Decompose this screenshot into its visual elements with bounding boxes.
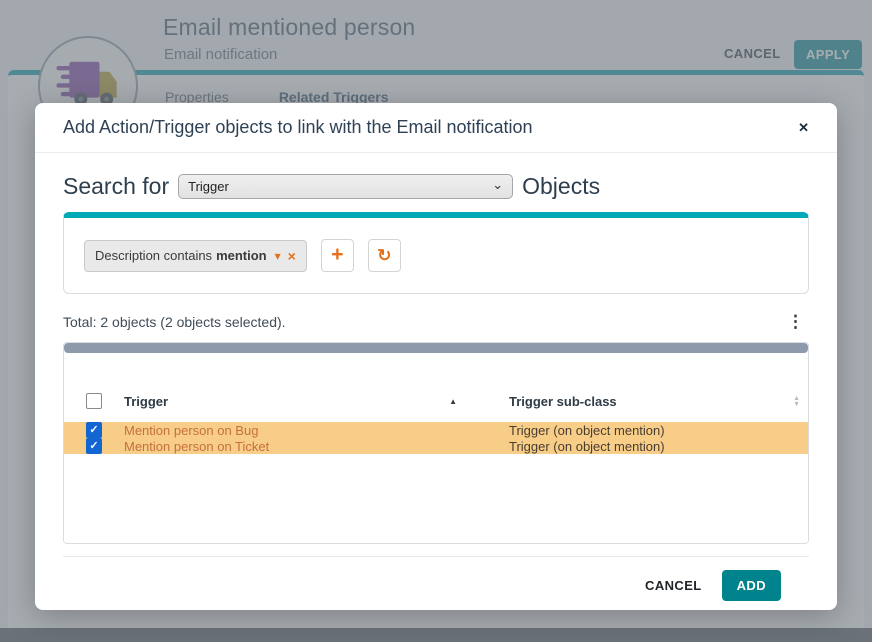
trigger-link[interactable]: Mention person on Ticket bbox=[124, 439, 269, 454]
total-objects-text: Total: 2 objects (2 objects selected). bbox=[63, 314, 286, 330]
modal-title: Add Action/Trigger objects to link with … bbox=[63, 117, 533, 138]
chip-remove-icon[interactable]: × bbox=[288, 248, 296, 264]
objects-label: Objects bbox=[522, 173, 600, 200]
add-objects-modal: Add Action/Trigger objects to link with … bbox=[35, 103, 837, 610]
filter-chip[interactable]: Description contains mention ▾ × bbox=[84, 240, 307, 272]
trigger-subclass-value: Trigger (on object mention) bbox=[509, 423, 665, 438]
modal-footer: CANCEL ADD bbox=[63, 556, 809, 614]
refresh-button[interactable]: ↻ bbox=[368, 239, 401, 272]
column-header-trigger[interactable]: Trigger bbox=[124, 394, 168, 409]
row-checkbox[interactable]: ✓ bbox=[86, 438, 102, 454]
table-header-row: Trigger ▲ Trigger sub-class ▲ ▼ bbox=[64, 353, 808, 422]
select-all-checkbox[interactable] bbox=[86, 393, 102, 409]
table-row[interactable]: ✓ Mention person on Ticket Trigger (on o… bbox=[64, 438, 808, 454]
refresh-icon: ↻ bbox=[377, 247, 391, 264]
filter-chip-field: Description contains bbox=[95, 248, 212, 263]
filter-chip-value: mention bbox=[216, 248, 267, 263]
modal-header: Add Action/Trigger objects to link with … bbox=[35, 103, 837, 153]
close-icon[interactable]: ✕ bbox=[798, 121, 809, 134]
modal-add-button[interactable]: ADD bbox=[722, 570, 781, 601]
search-row: Search for Trigger ⌄ Objects bbox=[63, 173, 809, 200]
modal-cancel-button[interactable]: CANCEL bbox=[645, 578, 702, 593]
horizontal-scrollbar[interactable] bbox=[64, 343, 808, 353]
chip-caret-icon[interactable]: ▾ bbox=[275, 249, 281, 263]
trigger-link[interactable]: Mention person on Bug bbox=[124, 423, 258, 438]
objects-table: Trigger ▲ Trigger sub-class ▲ ▼ ✓ Mentio… bbox=[63, 342, 809, 544]
modal-body: Search for Trigger ⌄ Objects Description… bbox=[35, 153, 837, 614]
sort-ascending-icon: ▲ bbox=[449, 397, 457, 406]
table-row[interactable]: ✓ Mention person on Bug Trigger (on obje… bbox=[64, 422, 808, 438]
plus-icon: + bbox=[331, 244, 343, 265]
trigger-subclass-value: Trigger (on object mention) bbox=[509, 439, 665, 454]
add-filter-button[interactable]: + bbox=[321, 239, 354, 272]
search-for-label: Search for bbox=[63, 173, 169, 200]
chevron-down-icon: ⌄ bbox=[492, 178, 503, 191]
kebab-menu-icon[interactable]: ⋮ bbox=[783, 312, 809, 332]
column-header-trigger-subclass[interactable]: Trigger sub-class bbox=[509, 394, 617, 409]
table-rows: ✓ Mention person on Bug Trigger (on obje… bbox=[64, 422, 808, 454]
row-checkbox[interactable]: ✓ bbox=[86, 422, 102, 438]
object-type-select[interactable]: Trigger ⌄ bbox=[178, 174, 513, 199]
table-empty-space bbox=[64, 454, 808, 543]
object-type-selected-value: Trigger bbox=[188, 179, 229, 194]
sort-down-glyph: ▼ bbox=[793, 402, 800, 408]
filter-panel: Description contains mention ▾ × + ↻ bbox=[63, 212, 809, 294]
total-row: Total: 2 objects (2 objects selected). ⋮ bbox=[63, 310, 809, 334]
sort-both-icon[interactable]: ▲ ▼ bbox=[793, 396, 800, 408]
